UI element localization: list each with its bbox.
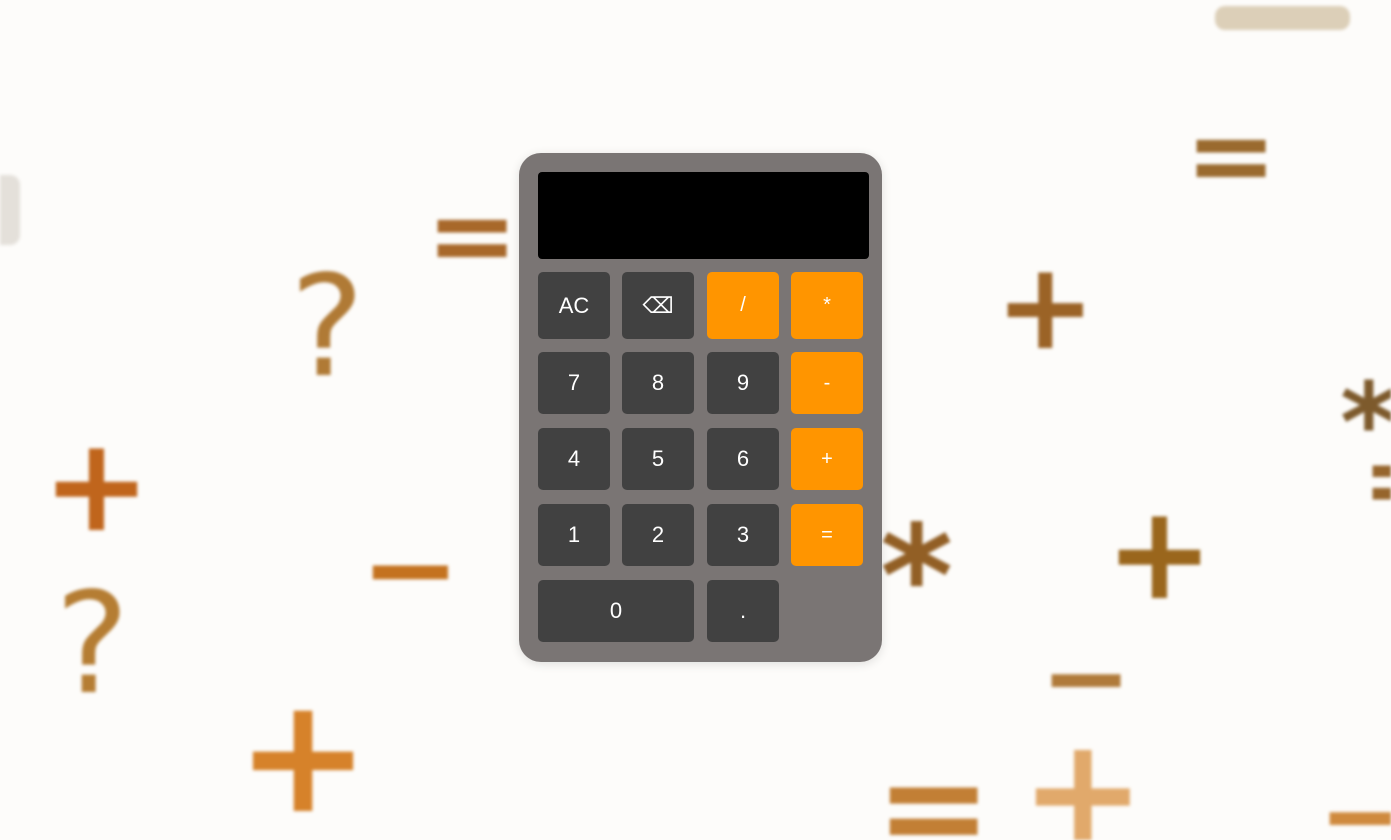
calculator: AC ⌫ / * 7 8 9 - 4 5 6 + 1 2 3 = 0 . [519, 153, 882, 662]
digit-6-button[interactable]: 6 [707, 428, 779, 490]
bg-symbol-plus: + [1105, 477, 1214, 629]
decimal-button[interactable]: . [707, 580, 779, 642]
digit-7-button[interactable]: 7 [538, 352, 610, 414]
bg-symbol-plus: + [995, 238, 1096, 377]
bg-symbol-question: ? [55, 563, 130, 726]
bg-symbol-equals: = [1185, 91, 1278, 219]
bg-symbol-plus: + [236, 662, 371, 840]
add-button[interactable]: + [791, 428, 863, 490]
bg-symbol-plus: + [42, 409, 151, 561]
equals-button[interactable]: = [791, 504, 863, 566]
bg-symbol-minus: − [1318, 751, 1391, 840]
bg-decor-bar [1215, 6, 1350, 30]
bg-symbol-asterisk: * [880, 496, 954, 659]
divide-button[interactable]: / [707, 272, 779, 339]
digit-8-button[interactable]: 8 [622, 352, 694, 414]
digit-9-button[interactable]: 9 [707, 352, 779, 414]
backspace-button[interactable]: ⌫ [622, 272, 694, 339]
bg-symbol-question: ? [290, 246, 365, 409]
bg-symbol-equals: = [1362, 430, 1391, 530]
calculator-display [538, 172, 869, 259]
digit-1-button[interactable]: 1 [538, 504, 610, 566]
bg-symbol-plus: + [1020, 706, 1146, 840]
bg-symbol-minus: − [360, 500, 461, 639]
multiply-button[interactable]: * [791, 272, 863, 339]
bg-decor-bar [0, 175, 20, 245]
subtract-button[interactable]: - [791, 352, 863, 414]
digit-4-button[interactable]: 4 [538, 428, 610, 490]
digit-0-button[interactable]: 0 [538, 580, 694, 642]
digit-3-button[interactable]: 3 [707, 504, 779, 566]
bg-symbol-equals: = [875, 726, 993, 840]
bg-symbol-equals: = [426, 171, 519, 299]
digit-2-button[interactable]: 2 [622, 504, 694, 566]
digit-5-button[interactable]: 5 [622, 428, 694, 490]
clear-button[interactable]: AC [538, 272, 610, 339]
